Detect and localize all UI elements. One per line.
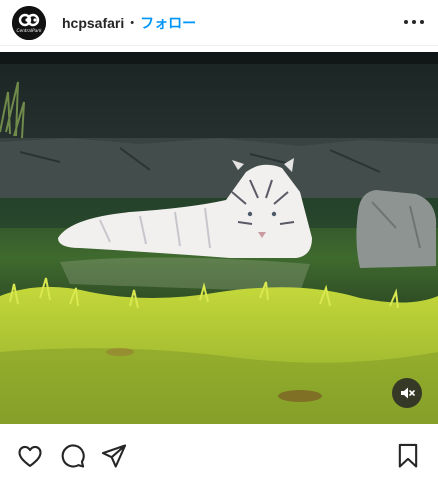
comment-icon: [61, 444, 85, 468]
send-icon: [101, 444, 127, 468]
like-button[interactable]: [16, 442, 44, 470]
bookmark-icon: [398, 443, 418, 468]
heart-icon: [18, 445, 42, 467]
post-header: CentralPark hcpsafari • フォロー: [0, 0, 438, 46]
hcpsafari-logo: CentralPark: [12, 5, 46, 40]
more-options-icon[interactable]: [404, 15, 424, 29]
follow-button[interactable]: フォロー: [140, 13, 196, 33]
username[interactable]: hcpsafari: [62, 15, 124, 31]
action-bar: [0, 438, 438, 474]
post-video[interactable]: [0, 52, 438, 424]
logo-text: CentralPark: [16, 28, 42, 34]
save-button[interactable]: [394, 442, 422, 470]
volume-muted-icon: [401, 387, 415, 399]
share-button[interactable]: [100, 442, 128, 470]
mute-toggle[interactable]: [392, 378, 422, 408]
comment-button[interactable]: [58, 442, 86, 470]
video-frame-image: [0, 52, 438, 424]
avatar[interactable]: CentralPark: [12, 5, 46, 40]
separator-dot: •: [130, 16, 135, 29]
